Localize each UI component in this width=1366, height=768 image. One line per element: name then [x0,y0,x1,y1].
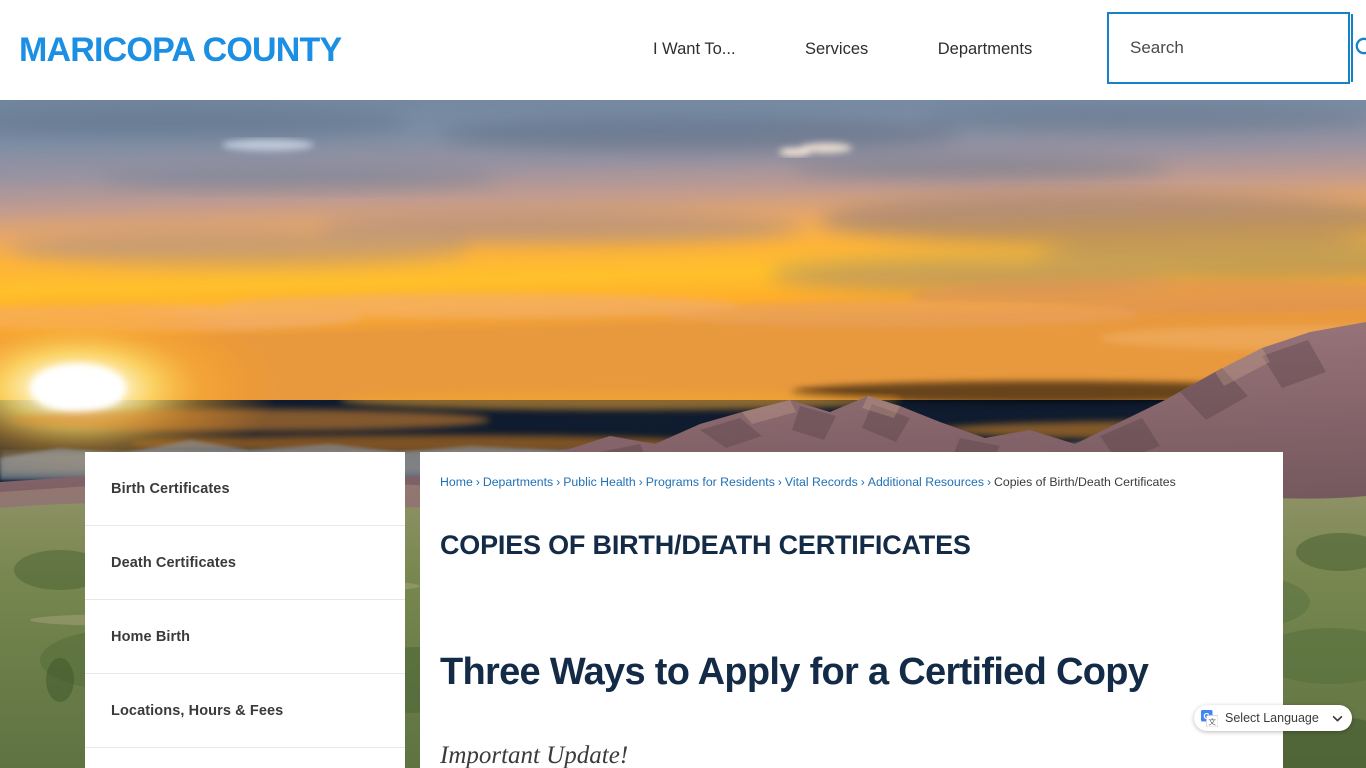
secondary-navigation-panel: Birth Certificates Death Certificates Ho… [85,452,405,768]
language-selector[interactable]: G 文 Select Language [1194,705,1352,731]
chevron-down-icon [1332,713,1343,724]
svg-text:文: 文 [1208,716,1216,726]
breadcrumb-separator: › [475,475,480,489]
sidebar-item-label: Birth Certificates [111,480,230,497]
nav-item-i-want-to[interactable]: I Want To... [653,34,736,64]
page-title: COPIES OF BIRTH/DEATH CERTIFICATES [440,530,971,560]
language-selector-label: Select Language [1225,711,1319,725]
sidebar-item-home-birth[interactable]: Home Birth [85,600,405,674]
breadcrumb: Home › Departments › Public Health › Programs … [440,474,1176,490]
breadcrumb-link-public-health[interactable]: Public Health [563,475,635,489]
breadcrumb-separator: › [986,475,991,489]
breadcrumb-separator: › [556,475,561,489]
google-translate-icon: G 文 [1201,709,1219,727]
breadcrumb-separator: › [638,475,643,489]
search-submit-button[interactable] [1351,14,1366,82]
sidebar-item-locations-hours-fees[interactable]: Locations, Hours & Fees [85,674,405,748]
sidebar-item-birth-certificates[interactable]: Birth Certificates [85,452,405,526]
sidebar-item-label: Death Certificates [111,554,237,571]
main-content-panel: Home › Departments › Public Health › Programs … [420,452,1283,768]
primary-navigation: I Want To... Services Departments [640,34,1032,66]
breadcrumb-link-programs-for-residents[interactable]: Programs for Residents [646,475,775,489]
content-emphasis-text: Important Update! [440,742,629,768]
nav-item-services[interactable]: Services [805,34,868,64]
breadcrumb-current-page: Copies of Birth/Death Certificates [993,475,1176,489]
sidebar-item-label: Locations, Hours & Fees [111,702,284,719]
search-bar [1107,12,1366,84]
breadcrumb-separator: › [860,475,865,489]
breadcrumb-link-vital-records[interactable]: Vital Records [785,475,858,489]
breadcrumb-separator: › [777,475,782,489]
breadcrumb-link-home[interactable]: Home [440,475,473,489]
search-input[interactable] [1109,14,1351,82]
breadcrumb-link-additional-resources[interactable]: Additional Resources [868,475,984,489]
sidebar-item-death-certificates[interactable]: Death Certificates [85,526,405,600]
search-icon [1355,37,1366,55]
content-heading: Three Ways to Apply for a Certified Copy [440,651,1149,693]
sidebar-item-partial[interactable] [85,748,405,768]
sidebar-item-label: Home Birth [111,628,191,645]
site-logo[interactable]: MARICOPA COUNTY [19,28,342,72]
nav-item-departments[interactable]: Departments [938,34,1032,64]
breadcrumb-link-departments[interactable]: Departments [483,475,553,489]
site-header: MARICOPA COUNTY I Want To... Services De… [0,0,1366,100]
